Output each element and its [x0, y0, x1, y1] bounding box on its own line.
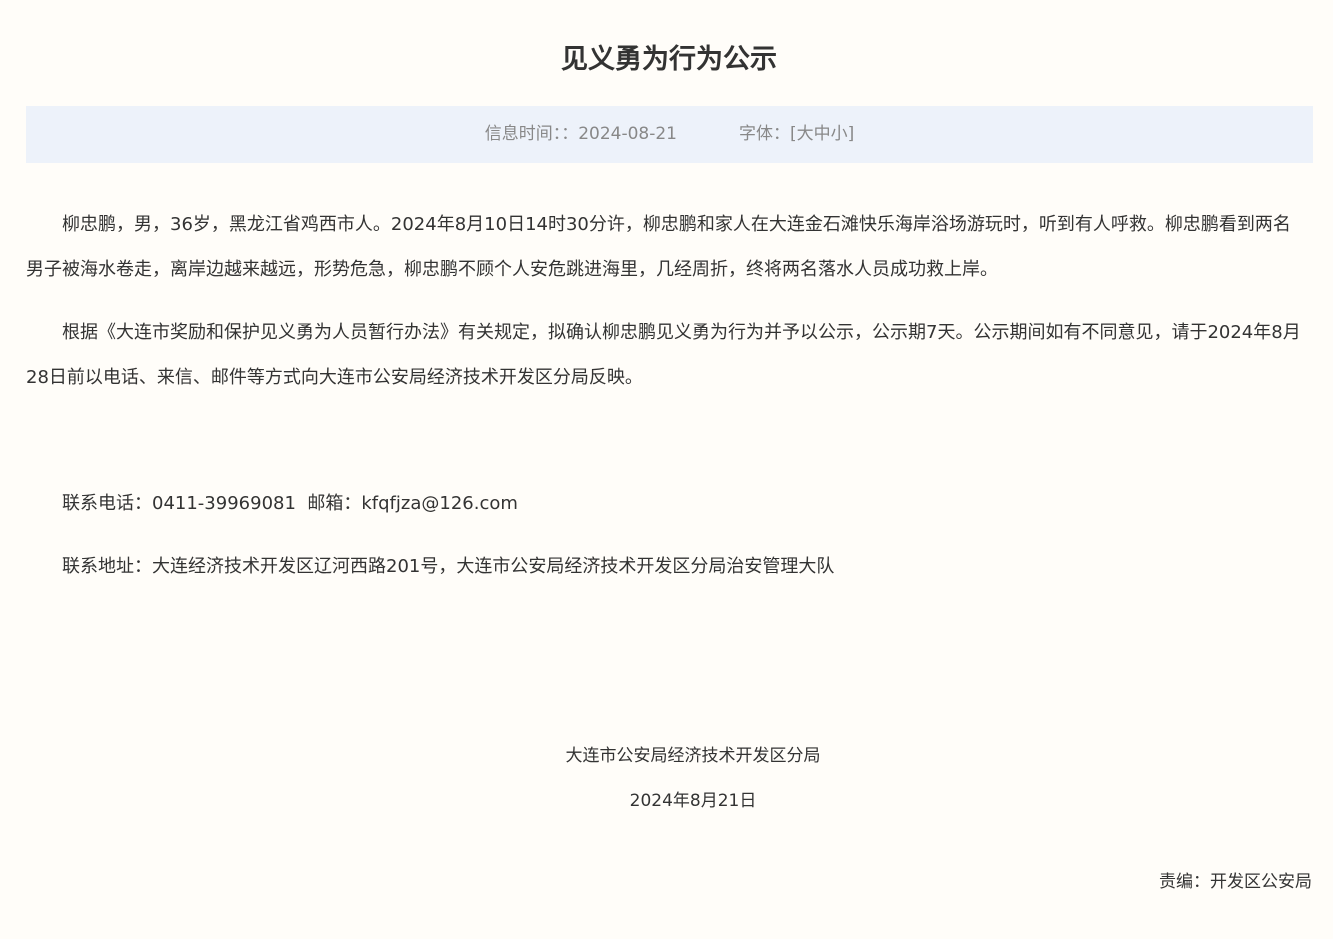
font-bracket-close: ]: [847, 124, 855, 144]
contact-address: 联系地址：大连经济技术开发区辽河西路201号，大连市公安局经济技术开发区分局治安…: [62, 556, 835, 577]
font-size-medium-link[interactable]: 中: [814, 124, 831, 144]
info-bar: 信息时间：：2024-08-21 字体：[大中小]: [26, 106, 1313, 163]
signature-organization: 大连市公安局经济技术开发区分局: [565, 746, 821, 766]
font-size-small-link[interactable]: 小: [831, 124, 848, 144]
info-time-label: 信息时间：：: [484, 124, 579, 144]
font-size-large-link[interactable]: 大: [797, 124, 814, 144]
page-title: 见义勇为行为公示: [561, 44, 777, 75]
contact-phone-email: 联系电话：0411-39969081 邮箱：kfqfjza@126.com: [62, 493, 518, 514]
editor-credit: 责编：开发区公安局: [1159, 872, 1312, 892]
font-bracket-open: [: [790, 124, 797, 144]
body-paragraph-1: 柳忠鹏，男，36岁，黑龙江省鸡西市人。2024年8月10日14时30分许，柳忠鹏…: [26, 214, 1291, 280]
info-date: 2024-08-21: [578, 124, 677, 144]
body-paragraph-2: 根据《大连市奖励和保护见义勇为人员暂行办法》有关规定，拟确认柳忠鹏见义勇为行为并…: [26, 322, 1301, 388]
font-size-label: 字体：: [739, 124, 790, 144]
signature-date: 2024年8月21日: [629, 791, 757, 811]
